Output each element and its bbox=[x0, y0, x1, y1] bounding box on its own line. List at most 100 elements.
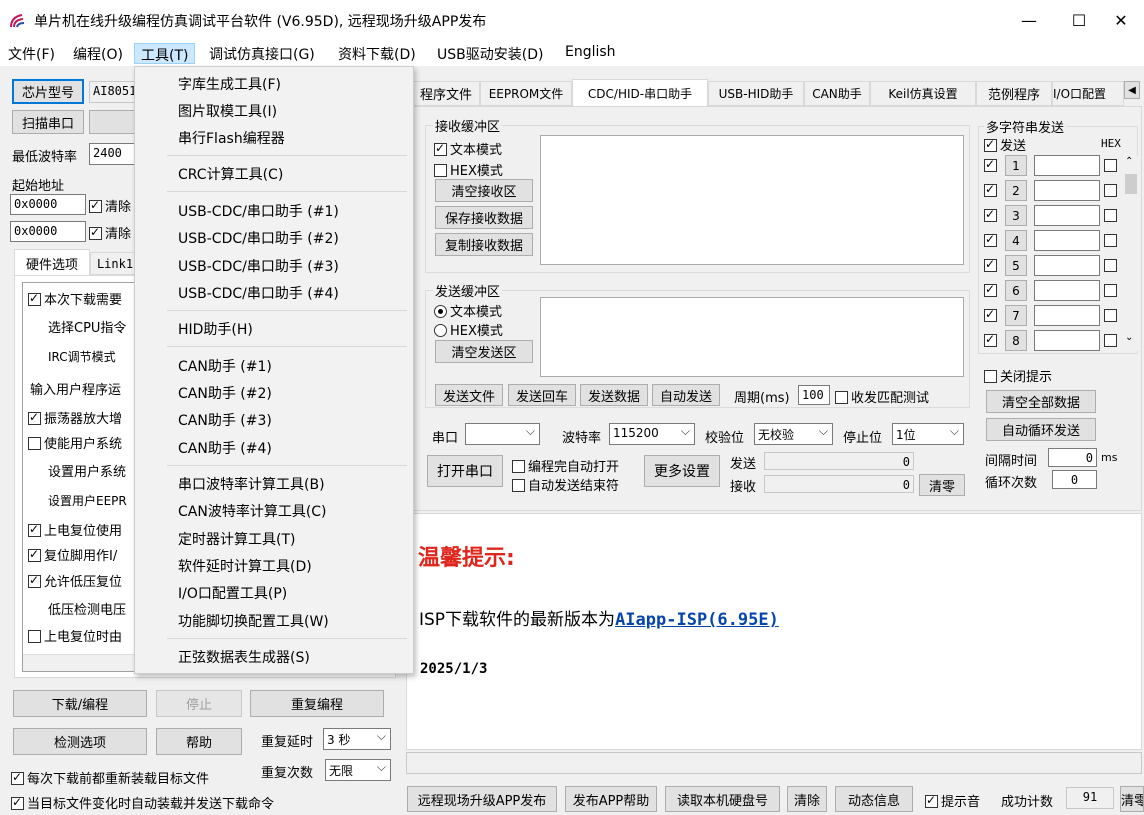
clear-receive-button[interactable]: 清空接收区 bbox=[435, 179, 533, 202]
port-select[interactable] bbox=[465, 423, 540, 445]
menu-item-io-config[interactable]: I/O口配置工具(P) bbox=[178, 583, 287, 603]
dynamic-info-button[interactable]: 动态信息 bbox=[835, 786, 913, 812]
row-text-input[interactable] bbox=[1034, 155, 1100, 176]
auto-loop-send-button[interactable]: 自动循环发送 bbox=[986, 418, 1096, 441]
row-send-button[interactable]: 1 bbox=[1005, 155, 1027, 176]
menu-item-usb-cdc-1[interactable]: USB-CDC/串口助手 (#1) bbox=[178, 201, 339, 221]
clear-button[interactable]: 清除 bbox=[787, 786, 827, 812]
reprogram-button[interactable]: 重复编程 bbox=[250, 690, 384, 717]
tab-hardware-options[interactable]: 硬件选项 bbox=[14, 249, 90, 276]
minimize-button[interactable]: — bbox=[1006, 0, 1052, 40]
tab-examples[interactable]: 范例程序 bbox=[976, 81, 1052, 106]
tab-scroll-left-icon[interactable]: ◀ bbox=[1124, 81, 1140, 99]
start-address-1-input[interactable]: 0x0000 bbox=[10, 194, 86, 215]
option-item[interactable]: 上电复位使用 bbox=[28, 520, 122, 539]
menu-tools[interactable]: 工具(T) bbox=[134, 43, 196, 64]
start-address-2-input[interactable]: 0x0000 bbox=[10, 221, 86, 242]
clear-1-checkbox[interactable]: 清除 bbox=[89, 196, 131, 215]
menu-item-timer-calc[interactable]: 定时器计算工具(T) bbox=[178, 529, 295, 549]
row-text-input[interactable] bbox=[1034, 280, 1100, 301]
send-textarea[interactable] bbox=[540, 297, 964, 377]
row-hex-checkbox[interactable] bbox=[1104, 159, 1117, 172]
repeat-count-select[interactable]: 无限 bbox=[325, 759, 391, 781]
min-baud-select[interactable]: 2400 bbox=[89, 143, 139, 165]
scroll-up-icon[interactable]: ⌃ bbox=[1125, 156, 1133, 167]
menu-item-can-2[interactable]: CAN助手 (#2) bbox=[178, 383, 272, 403]
help-button[interactable]: 帮助 bbox=[156, 728, 242, 755]
row-hex-checkbox[interactable] bbox=[1104, 334, 1117, 347]
row-send-button[interactable]: 2 bbox=[1005, 180, 1027, 201]
send-file-button[interactable]: 发送文件 bbox=[435, 384, 503, 406]
send-data-button[interactable]: 发送数据 bbox=[580, 384, 648, 406]
multi-send-scrollbar[interactable]: ⌃ ⌄ bbox=[1124, 156, 1138, 351]
row-text-input[interactable] bbox=[1034, 205, 1100, 226]
stop-button[interactable]: 停止 bbox=[156, 690, 242, 717]
tab-can[interactable]: CAN助手 bbox=[804, 81, 870, 106]
sound-checkbox[interactable]: 提示音 bbox=[925, 791, 980, 810]
row-send-checkbox[interactable] bbox=[984, 332, 997, 347]
row-hex-checkbox[interactable] bbox=[1104, 184, 1117, 197]
tab-cdc-hid-serial[interactable]: CDC/HID-串口助手 bbox=[572, 79, 708, 107]
menu-item-crc-tool[interactable]: CRC计算工具(C) bbox=[178, 164, 283, 184]
row-send-checkbox[interactable] bbox=[984, 182, 997, 197]
row-send-checkbox[interactable] bbox=[984, 232, 997, 247]
row-send-button[interactable]: 8 bbox=[1005, 330, 1027, 351]
tab-eeprom-file[interactable]: EEPROM文件 bbox=[480, 81, 572, 106]
tab-keil-settings[interactable]: Keil仿真设置 bbox=[870, 81, 976, 106]
menu-program[interactable]: 编程(O) bbox=[67, 43, 129, 64]
check-options-button[interactable]: 检测选项 bbox=[13, 728, 147, 755]
row-text-input[interactable] bbox=[1034, 180, 1100, 201]
menu-item-delay-calc[interactable]: 软件延时计算工具(D) bbox=[178, 556, 312, 576]
row-text-input[interactable] bbox=[1034, 330, 1100, 351]
scroll-down-icon[interactable]: ⌄ bbox=[1125, 332, 1133, 343]
send-enter-button[interactable]: 发送回车 bbox=[508, 384, 576, 406]
period-input[interactable]: 100 bbox=[798, 385, 830, 405]
send-text-mode-radio[interactable]: 文本模式 bbox=[434, 301, 502, 320]
success-clear-button[interactable]: 清零 bbox=[1120, 786, 1144, 812]
menu-item-image-modulo[interactable]: 图片取模工具(I) bbox=[178, 101, 277, 121]
menu-item-can-1[interactable]: CAN助手 (#1) bbox=[178, 356, 272, 376]
menu-item-can-baud-calc[interactable]: CAN波特率计算工具(C) bbox=[178, 501, 327, 521]
menu-item-pin-switch-config[interactable]: 功能脚切换配置工具(W) bbox=[178, 611, 329, 631]
menu-item-can-4[interactable]: CAN助手 (#4) bbox=[178, 438, 272, 458]
interval-input[interactable]: 0 bbox=[1048, 448, 1097, 467]
row-send-button[interactable]: 7 bbox=[1005, 305, 1027, 326]
auto-open-checkbox[interactable]: 编程完自动打开 bbox=[512, 456, 619, 475]
save-receive-button[interactable]: 保存接收数据 bbox=[435, 206, 533, 229]
menu-downloads[interactable]: 资料下载(D) bbox=[332, 43, 422, 64]
read-disk-id-button[interactable]: 读取本机硬盘号 bbox=[665, 786, 780, 812]
parity-select[interactable]: 无校验 bbox=[754, 423, 833, 445]
port-select-button[interactable] bbox=[89, 110, 139, 134]
close-button[interactable]: ✕ bbox=[1098, 0, 1144, 40]
row-text-input[interactable] bbox=[1034, 230, 1100, 251]
row-hex-checkbox[interactable] bbox=[1104, 309, 1117, 322]
clear-2-checkbox[interactable]: 清除 bbox=[89, 223, 131, 242]
remote-upgrade-button[interactable]: 远程现场升级APP发布 bbox=[407, 786, 557, 812]
repeat-delay-select[interactable]: 3 秒 bbox=[323, 728, 391, 750]
clear-send-button[interactable]: 清空发送区 bbox=[435, 340, 533, 363]
row-send-checkbox[interactable] bbox=[984, 157, 997, 172]
stop-bits-select[interactable]: 1位 bbox=[892, 423, 964, 445]
option-item[interactable]: 振荡器放大增 bbox=[28, 408, 122, 427]
publish-app-help-button[interactable]: 发布APP帮助 bbox=[565, 786, 657, 812]
clear-count-button[interactable]: 清零 bbox=[919, 474, 965, 496]
tab-usb-hid[interactable]: USB-HID助手 bbox=[708, 81, 804, 106]
download-program-button[interactable]: 下载/编程 bbox=[13, 690, 147, 717]
copy-receive-button[interactable]: 复制接收数据 bbox=[435, 233, 533, 256]
menu-item-hid-assistant[interactable]: HID助手(H) bbox=[178, 319, 253, 339]
clear-all-data-button[interactable]: 清空全部数据 bbox=[986, 390, 1096, 413]
option-item[interactable]: 使能用户系统 bbox=[28, 433, 122, 452]
row-hex-checkbox[interactable] bbox=[1104, 234, 1117, 247]
receive-textarea[interactable] bbox=[540, 135, 964, 265]
option-item[interactable]: 复位脚用作I/ bbox=[28, 545, 117, 564]
menu-usb-driver[interactable]: USB驱动安装(D) bbox=[431, 43, 549, 64]
chip-model-button[interactable]: 芯片型号 bbox=[12, 79, 84, 104]
chip-model-field[interactable]: AI8051 bbox=[89, 81, 139, 103]
row-text-input[interactable] bbox=[1034, 255, 1100, 276]
menu-item-sine-table[interactable]: 正弦数据表生成器(S) bbox=[178, 647, 310, 667]
multi-send-all-checkbox[interactable]: 发送 bbox=[984, 135, 1026, 154]
reload-before-download-checkbox[interactable]: 每次下载前都重新装载目标文件 bbox=[11, 768, 209, 787]
row-send-checkbox[interactable] bbox=[984, 282, 997, 297]
scan-port-button[interactable]: 扫描串口 bbox=[12, 110, 84, 134]
tab-program-file[interactable]: 程序文件 bbox=[412, 81, 480, 106]
